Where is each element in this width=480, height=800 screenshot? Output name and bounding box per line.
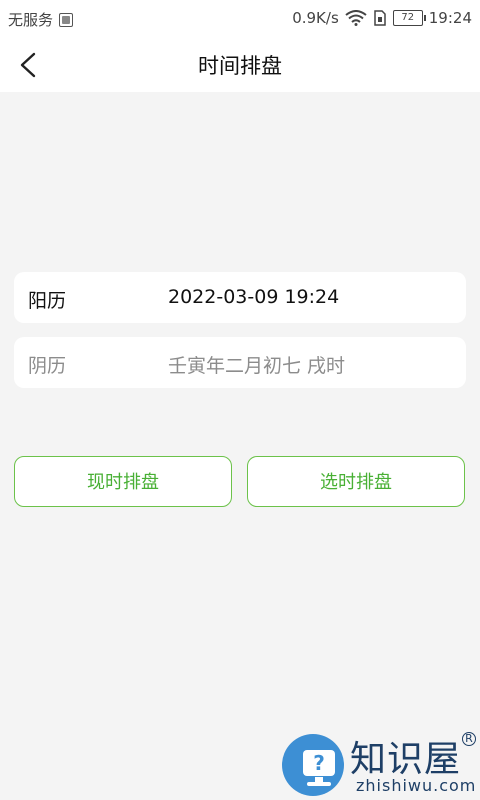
header-bar: 时间排盘 [0, 36, 480, 92]
registered-mark: R [462, 732, 476, 746]
carrier-text: 无服务 [8, 11, 54, 29]
lunar-date-row[interactable]: 阴历 壬寅年二月初七 戌时 [14, 337, 466, 388]
battery-icon: 72 [392, 10, 426, 26]
watermark-english: zhishiwu.com [356, 776, 477, 795]
help-monitor-icon: ? [303, 750, 335, 776]
data-sim-icon [374, 10, 386, 26]
select-time-chart-button[interactable]: 选时排盘 [247, 456, 465, 507]
solar-datetime: 2022-03-09 19:24 [168, 286, 340, 308]
sim-icon [59, 12, 74, 27]
lunar-label: 阴历 [28, 355, 67, 377]
status-bar: 无服务 0.9K/s 72 19:24 [0, 0, 480, 36]
page-title: 时间排盘 [198, 54, 282, 78]
status-right: 0.9K/s 72 19:24 [292, 9, 472, 27]
lunar-datetime: 壬寅年二月初七 戌时 [168, 355, 346, 377]
net-speed: 0.9K/s [292, 9, 339, 27]
clock: 19:24 [428, 9, 472, 27]
current-time-chart-button[interactable]: 现时排盘 [14, 456, 232, 507]
solar-label: 阳历 [28, 290, 67, 312]
wifi-icon [345, 10, 367, 26]
solar-date-row[interactable]: 阳历 2022-03-09 19:24 [14, 272, 466, 323]
monitor-base [307, 782, 331, 786]
status-left: 无服务 [8, 9, 74, 30]
watermark-logo: ? 知识屋 R zhishiwu.com [276, 730, 480, 800]
watermark-chinese: 知识屋 [350, 739, 462, 780]
watermark-circle: ? [282, 734, 344, 796]
